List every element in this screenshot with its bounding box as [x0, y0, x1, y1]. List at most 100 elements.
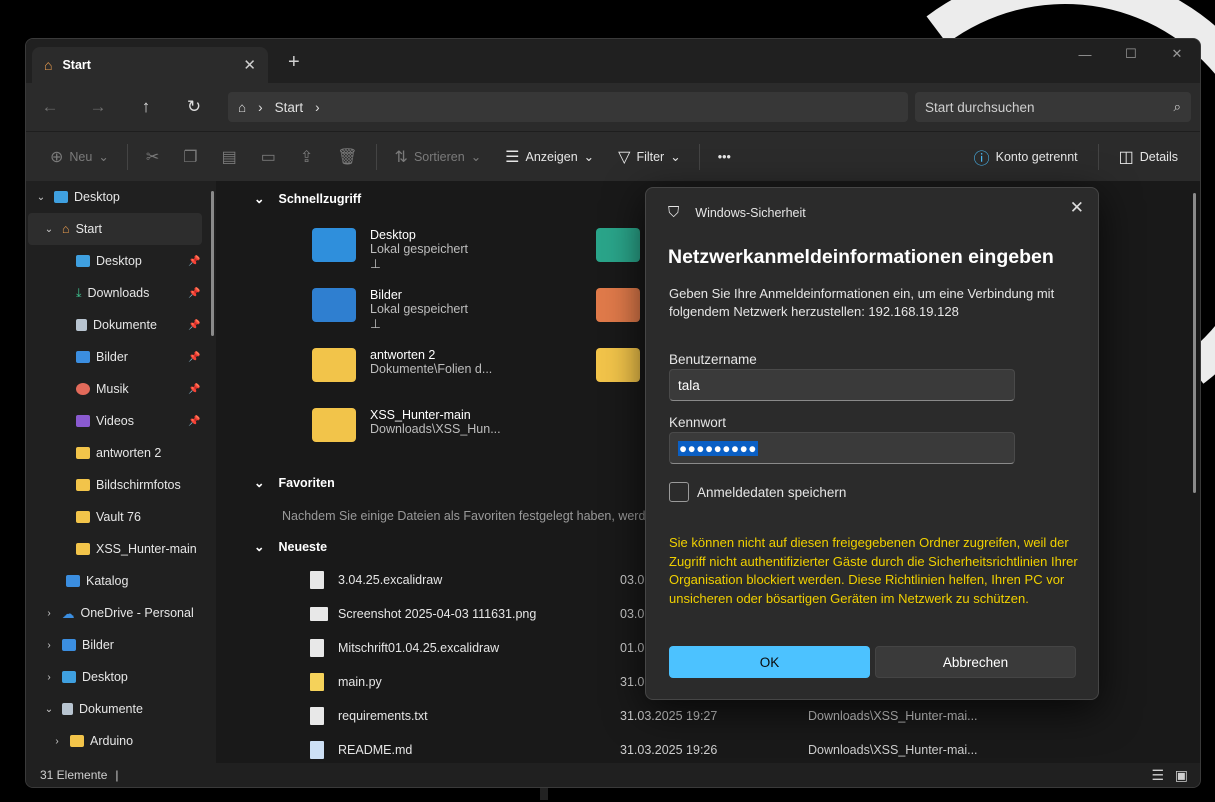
item-name: Bilder: [370, 288, 402, 302]
sidebar-item-documents[interactable]: Dokumente 📌: [76, 309, 200, 341]
close-window-icon[interactable]: ✕: [1154, 39, 1200, 69]
sidebar-item-documents-2[interactable]: ⌄ Dokumente: [42, 693, 143, 725]
quick-access-item[interactable]: [596, 228, 640, 262]
rename-button[interactable]: ▭: [251, 141, 286, 173]
cancel-button[interactable]: Abbrechen: [875, 646, 1076, 678]
section-favorites[interactable]: ⌄ Favoriten: [254, 475, 335, 491]
sidebar-item-desktop-2[interactable]: › Desktop: [42, 661, 128, 693]
pin-icon[interactable]: 📌: [188, 384, 200, 395]
username-value: tala: [678, 377, 700, 393]
pin-icon[interactable]: 📌: [188, 320, 200, 331]
filter-button[interactable]: ▽ Filter ⌄: [608, 141, 691, 173]
chevron-down-icon: ⌄: [98, 150, 109, 164]
delete-button[interactable]: 🗑: [327, 141, 367, 173]
remember-credentials-checkbox[interactable]: Anmeldedaten speichern: [669, 482, 846, 502]
details-label: Details: [1139, 150, 1178, 164]
quick-access-item[interactable]: XSS_Hunter-main Downloads\XSS_Hun...: [312, 408, 501, 442]
section-quick-access[interactable]: ⌄ Schnellzugriff: [254, 191, 361, 207]
sidebar-item-screenshots[interactable]: Bildschirmfotos: [76, 469, 181, 501]
quick-access-item[interactable]: [596, 288, 640, 322]
sidebar-item-videos[interactable]: Videos 📌: [76, 405, 200, 437]
address-bar[interactable]: ⌂ › Start ›: [228, 92, 908, 122]
sidebar-item-label: Musik: [96, 382, 129, 396]
document-icon: [76, 319, 87, 331]
new-tab-button[interactable]: +: [288, 51, 300, 74]
breadcrumb[interactable]: Start: [275, 100, 304, 115]
info-icon: ⓘ: [973, 151, 990, 168]
more-button[interactable]: •••: [708, 141, 741, 173]
list-item[interactable]: README.md 31.03.2025 19:26 Downloads\XSS_H…: [310, 733, 1200, 767]
copy-button[interactable]: ❐: [173, 141, 207, 173]
checkbox-box[interactable]: [669, 482, 689, 502]
sidebar-item-downloads[interactable]: ⤓ Downloads 📌: [76, 277, 200, 309]
sidebar-item-label: Desktop: [96, 254, 142, 268]
file-name: requirements.txt: [338, 709, 428, 723]
pin-icon: ⊥: [370, 317, 381, 331]
sidebar-item-music[interactable]: Musik 📌: [76, 373, 200, 405]
password-field[interactable]: ●●●●●●●●●: [669, 432, 1015, 464]
desktop-icon: [312, 228, 356, 262]
password-value: ●●●●●●●●●: [678, 440, 758, 456]
sidebar-item-label: Arduino: [90, 734, 134, 748]
refresh-button[interactable]: ↻: [170, 97, 218, 117]
scissors-icon: ✂: [145, 148, 160, 166]
sidebar-item-pictures-2[interactable]: › Bilder: [42, 629, 114, 661]
item-name: Desktop: [370, 228, 416, 242]
quick-access-item[interactable]: [596, 348, 640, 382]
paste-button[interactable]: ▤: [212, 141, 247, 173]
folder-icon: [76, 543, 90, 555]
section-title: Neueste: [278, 539, 328, 554]
sidebar-item-xss-hunter[interactable]: XSS_Hunter-main: [76, 533, 197, 565]
chevron-right-icon: ›: [315, 99, 320, 115]
sidebar-item-vault[interactable]: Vault 76: [76, 501, 141, 533]
username-field[interactable]: tala: [669, 369, 1015, 401]
sidebar-item-desktop[interactable]: Desktop 📌: [76, 245, 200, 277]
maximize-icon[interactable]: ☐: [1108, 39, 1154, 69]
quick-access-item[interactable]: antworten 2 Dokumente\Folien d...: [312, 348, 492, 382]
sidebar-item-label: XSS_Hunter-main: [96, 542, 197, 556]
details-button[interactable]: ◫ Details: [1109, 141, 1188, 173]
chevron-right-icon: ›: [55, 735, 59, 747]
sidebar-item-desktop-root[interactable]: ⌄ Desktop: [34, 181, 120, 213]
up-button[interactable]: ↑: [122, 97, 170, 117]
details-view-icon[interactable]: ☰: [1151, 767, 1164, 784]
close-tab-icon[interactable]: ✕: [243, 56, 256, 74]
minimize-icon[interactable]: —: [1062, 39, 1108, 69]
section-recent[interactable]: ⌄ Neueste: [254, 539, 328, 555]
quick-access-item[interactable]: Desktop Lokal gespeichert ⊥: [312, 228, 468, 271]
item-name: XSS_Hunter-main: [370, 408, 471, 422]
new-button[interactable]: ⊕ Neu ⌄: [40, 141, 119, 173]
sidebar-item-catalog[interactable]: Katalog: [66, 565, 128, 597]
scrollbar[interactable]: [211, 191, 214, 336]
share-button[interactable]: ⇪: [290, 141, 323, 173]
account-status-button[interactable]: ⓘ Konto getrennt: [964, 141, 1088, 173]
home-icon: ⌂: [238, 99, 247, 115]
dialog-title: Netzwerkanmeldeinformationen eingeben: [668, 246, 1054, 268]
ok-button[interactable]: OK: [669, 646, 870, 678]
quick-access-item[interactable]: Bilder Lokal gespeichert ⊥: [312, 288, 468, 331]
sidebar-item-arduino[interactable]: › Arduino: [50, 725, 133, 757]
cut-button[interactable]: ✂: [136, 141, 169, 173]
scrollbar[interactable]: [1193, 193, 1196, 493]
sidebar-item-start[interactable]: ⌄ ⌂ Start: [28, 213, 202, 245]
close-icon[interactable]: ✕: [1070, 198, 1084, 218]
pin-icon[interactable]: 📌: [188, 256, 200, 267]
forward-button[interactable]: →: [74, 97, 122, 117]
sidebar-item-pictures[interactable]: Bilder 📌: [76, 341, 200, 373]
pin-icon[interactable]: 📌: [188, 352, 200, 363]
new-label: Neu: [69, 149, 93, 164]
pin-icon[interactable]: 📌: [188, 288, 200, 299]
view-button[interactable]: ☰ Anzeigen ⌄: [495, 141, 604, 173]
search-input[interactable]: Start durchsuchen ⌕: [915, 92, 1191, 122]
username-label: Benutzername: [669, 352, 757, 367]
tiles-view-icon[interactable]: ▣: [1175, 767, 1188, 784]
sidebar-item-onedrive[interactable]: › ☁ OneDrive - Personal: [42, 597, 193, 629]
sort-button[interactable]: ⇅ Sortieren ⌄: [385, 141, 492, 173]
sidebar-item-antworten[interactable]: antworten 2: [76, 437, 161, 469]
back-button[interactable]: ←: [26, 97, 74, 117]
sidebar-item-label: Start: [75, 222, 102, 236]
tab-start[interactable]: ⌂ Start ✕: [32, 47, 268, 83]
pin-icon[interactable]: 📌: [188, 416, 200, 427]
folder-icon: [312, 348, 356, 382]
list-item[interactable]: requirements.txt 31.03.2025 19:27 Download…: [310, 699, 1200, 733]
